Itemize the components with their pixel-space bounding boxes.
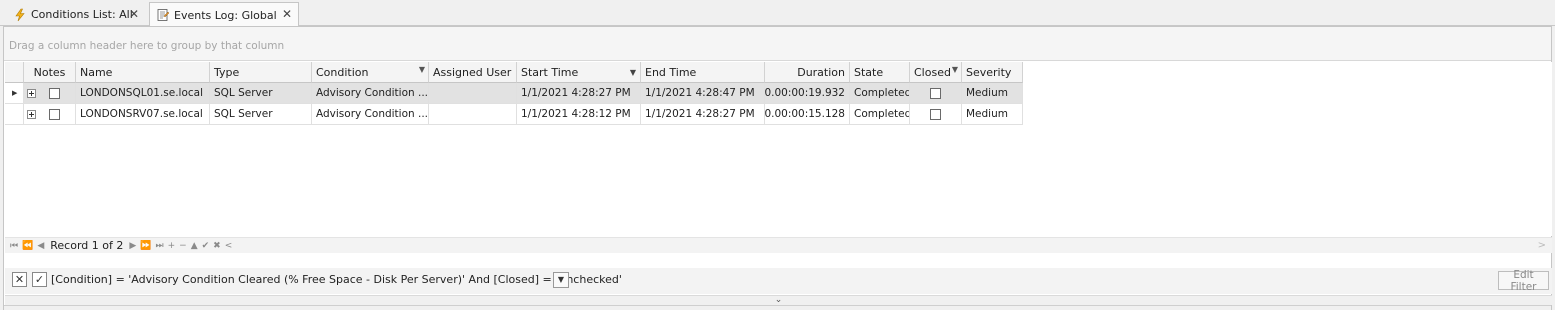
lightning-icon bbox=[13, 8, 27, 22]
previous-record-icon[interactable]: ◀ bbox=[37, 241, 44, 251]
chevron-down-icon[interactable]: ⌄ bbox=[775, 295, 783, 305]
end-time-cell[interactable]: 1/1/2021 4:28:47 PM bbox=[641, 83, 765, 104]
type-cell[interactable]: SQL Server bbox=[210, 83, 312, 104]
state-cell[interactable]: Completed bbox=[850, 83, 910, 104]
start-time-cell[interactable]: 1/1/2021 4:28:27 PM bbox=[517, 83, 641, 104]
closed-cell[interactable] bbox=[910, 83, 962, 104]
filter-icon[interactable]: ▼ bbox=[952, 65, 958, 74]
clear-filter-button[interactable]: ✕ bbox=[12, 272, 27, 287]
column-header-label: Assigned User bbox=[433, 65, 512, 79]
data-navigator: ⏮ ⏪ ◀ Record 1 of 2 ▶ ⏩ ⏭ + − ▲ ✔ ✖ < > bbox=[5, 237, 1552, 253]
log-icon bbox=[156, 8, 170, 22]
closed-checkbox[interactable] bbox=[930, 108, 941, 120]
first-record-icon[interactable]: ⏮ bbox=[10, 241, 18, 251]
start-time-cell[interactable]: 1/1/2021 4:28:12 PM bbox=[517, 104, 641, 125]
column-header-label: Start Time bbox=[521, 65, 579, 79]
duration-cell[interactable]: 0.00:00:15.128 bbox=[765, 104, 850, 125]
sort-descending-icon: ▼ bbox=[629, 68, 636, 77]
duration-cell[interactable]: 0.00:00:19.932 bbox=[765, 83, 850, 104]
column-header-label: Condition bbox=[316, 65, 369, 79]
row-indicator-header bbox=[5, 62, 24, 83]
column-header-duration[interactable]: Duration bbox=[765, 62, 850, 83]
column-header-label: Notes bbox=[33, 65, 66, 79]
filter-enabled-checkbox[interactable]: ✓ bbox=[32, 272, 47, 287]
expand-plus-icon[interactable] bbox=[27, 109, 36, 119]
close-icon[interactable]: ✕ bbox=[129, 8, 139, 20]
column-header-label: State bbox=[854, 65, 884, 79]
row-indicator bbox=[5, 104, 24, 125]
record-counter: Record 1 of 2 bbox=[50, 239, 124, 252]
scroll-right-icon[interactable]: > bbox=[1538, 240, 1546, 251]
notes-checkbox[interactable] bbox=[49, 87, 60, 99]
column-header-notes[interactable]: Notes bbox=[24, 62, 76, 83]
document-tab-bar: Conditions List: All ✕ Events Log: Globa… bbox=[0, 0, 1555, 27]
state-cell[interactable]: Completed bbox=[850, 104, 910, 125]
condition-cell[interactable]: Advisory Condition ... bbox=[312, 83, 429, 104]
cancel-edit-icon[interactable]: ✖ bbox=[213, 241, 221, 251]
column-header-type[interactable]: Type bbox=[210, 62, 312, 83]
append-icon[interactable]: + bbox=[168, 241, 176, 251]
filter-expression[interactable]: [Condition] = 'Advisory Condition Cleare… bbox=[51, 273, 622, 286]
end-edit-check-icon[interactable]: ✔ bbox=[202, 241, 210, 251]
severity-cell[interactable]: Medium bbox=[962, 83, 1023, 104]
events-log-panel: Drag a column header here to group by th… bbox=[3, 26, 1552, 310]
column-header-assigned-user[interactable]: Assigned User bbox=[429, 62, 517, 83]
row-indicator: ▶ bbox=[5, 83, 24, 104]
scroll-left-icon[interactable]: < bbox=[225, 241, 233, 251]
closed-cell[interactable] bbox=[910, 104, 962, 125]
notes-cell[interactable] bbox=[24, 104, 76, 125]
filter-panel: ✕ ✓ [Condition] = 'Advisory Condition Cl… bbox=[5, 268, 1552, 294]
events-grid: Notes Name Type Condition ▼ Assigned User… bbox=[5, 62, 1552, 236]
column-header-label: End Time bbox=[645, 65, 697, 79]
tab-label: Events Log: Global bbox=[174, 8, 277, 22]
name-cell[interactable]: LONDONSRV07.se.local bbox=[76, 104, 210, 125]
edit-filter-button[interactable]: Edit Filter bbox=[1498, 269, 1549, 293]
assigned-user-cell[interactable] bbox=[429, 83, 517, 104]
name-cell[interactable]: LONDONSQL01.se.local bbox=[76, 83, 210, 104]
column-header-label: Closed bbox=[914, 65, 951, 79]
expand-plus-icon[interactable] bbox=[27, 88, 36, 98]
tab-conditions-list[interactable]: Conditions List: All ✕ bbox=[6, 2, 146, 26]
column-header-condition[interactable]: Condition ▼ bbox=[312, 62, 429, 83]
bottom-panel-strip bbox=[4, 305, 1551, 310]
column-header-label: Type bbox=[214, 65, 240, 79]
type-cell[interactable]: SQL Server bbox=[210, 104, 312, 125]
closed-checkbox[interactable] bbox=[930, 87, 941, 99]
column-header-closed[interactable]: Closed ▼ bbox=[910, 62, 962, 83]
last-record-icon[interactable]: ⏭ bbox=[156, 241, 164, 251]
assigned-user-cell[interactable] bbox=[429, 104, 517, 125]
notes-cell[interactable] bbox=[24, 83, 76, 104]
column-header-start-time[interactable]: Start Time ▼ bbox=[517, 62, 641, 83]
column-header-label: Duration bbox=[797, 65, 845, 79]
previous-page-icon[interactable]: ⏪ bbox=[22, 241, 33, 251]
column-header-severity[interactable]: Severity bbox=[962, 62, 1023, 83]
edit-icon[interactable]: ▲ bbox=[191, 241, 198, 251]
splitter[interactable]: ⌄ bbox=[5, 295, 1552, 305]
next-page-icon[interactable]: ⏩ bbox=[140, 241, 151, 251]
close-icon[interactable]: ✕ bbox=[282, 8, 292, 20]
group-hint: Drag a column header here to group by th… bbox=[9, 40, 285, 52]
focused-row-arrow-icon: ▶ bbox=[12, 89, 18, 97]
column-header-name[interactable]: Name bbox=[76, 62, 210, 83]
column-header-state[interactable]: State bbox=[850, 62, 910, 83]
group-panel[interactable]: Drag a column header here to group by th… bbox=[4, 27, 1551, 61]
end-time-cell[interactable]: 1/1/2021 4:28:27 PM bbox=[641, 104, 765, 125]
delete-icon[interactable]: − bbox=[179, 241, 187, 251]
filter-history-dropdown[interactable]: ▼ bbox=[553, 272, 569, 288]
column-header-label: Severity bbox=[966, 65, 1012, 79]
notes-checkbox[interactable] bbox=[49, 108, 60, 120]
next-record-icon[interactable]: ▶ bbox=[129, 241, 136, 251]
tab-events-log[interactable]: Events Log: Global ✕ bbox=[149, 2, 299, 27]
filter-icon[interactable]: ▼ bbox=[419, 65, 425, 74]
tab-label: Conditions List: All bbox=[31, 8, 133, 21]
column-header-label: Name bbox=[80, 65, 113, 79]
column-header-end-time[interactable]: End Time bbox=[641, 62, 765, 83]
condition-cell[interactable]: Advisory Condition ... bbox=[312, 104, 429, 125]
severity-cell[interactable]: Medium bbox=[962, 104, 1023, 125]
